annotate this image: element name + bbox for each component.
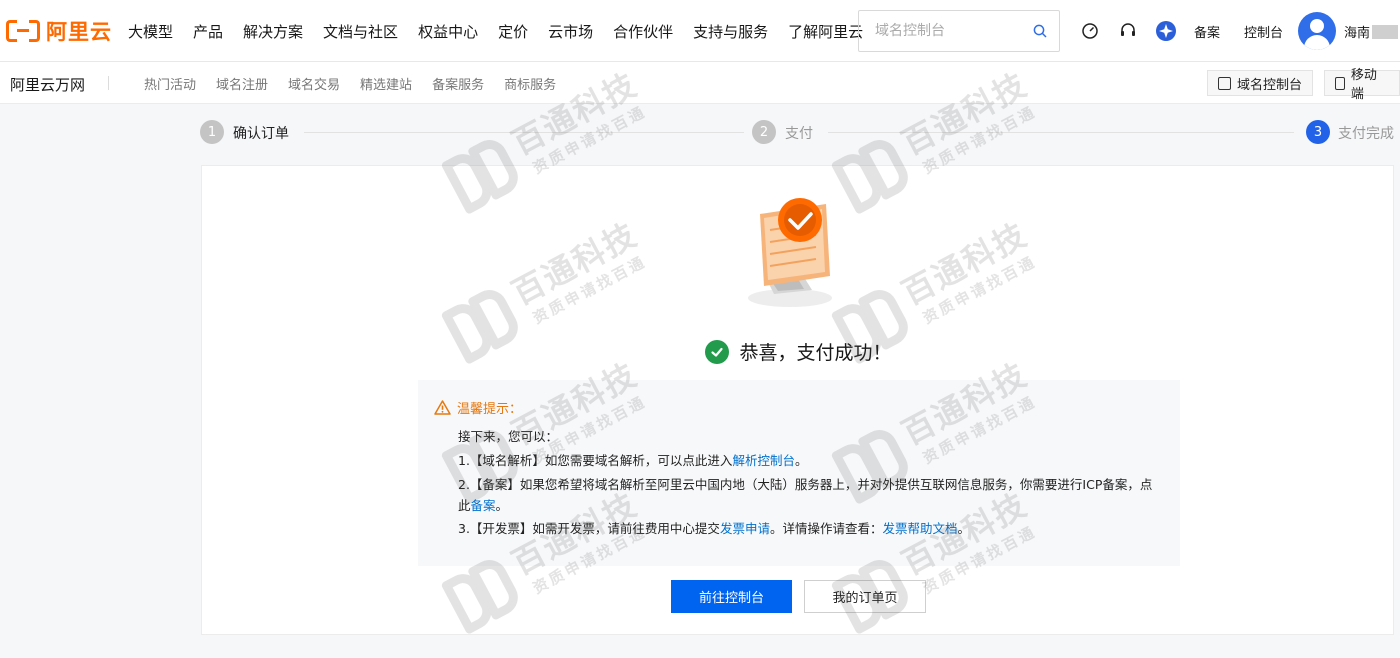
beian-link[interactable]: 备案 — [1194, 22, 1220, 41]
nav-item-support[interactable]: 支持与服务 — [693, 21, 768, 42]
search-input[interactable] — [875, 12, 1035, 50]
success-check-icon — [705, 339, 730, 364]
dashboard-gauge-icon[interactable] — [1080, 21, 1100, 41]
tip-item-dns: 1.【域名解析】如您需要域名解析，可以点此进入解析控制台。 — [458, 453, 808, 468]
console-link[interactable]: 控制台 — [1244, 22, 1283, 41]
go-to-console-button[interactable]: 前往控制台 — [671, 580, 792, 613]
header-tools: 备案 控制台 — [1080, 0, 1307, 62]
domain-console-button[interactable]: 域名控制台 — [1207, 70, 1314, 96]
search-box — [858, 10, 1060, 52]
top-navbar: 阿里云 大模型 产品 解决方案 文档与社区 权益中心 定价 云市场 合作伙伴 支… — [0, 0, 1400, 62]
username[interactable]: 海南 — [1344, 22, 1399, 41]
user-avatar[interactable] — [1298, 12, 1336, 50]
dns-console-link[interactable]: 解析控制台 — [732, 453, 795, 468]
nav-item-solutions[interactable]: 解决方案 — [243, 21, 303, 42]
step-1-number: 1 — [200, 120, 224, 144]
divider — [108, 76, 109, 90]
mobile-phone-icon — [1335, 76, 1345, 90]
subnav-item-trademark[interactable]: 商标服务 — [504, 74, 556, 93]
success-message: 恭喜，支付成功！ — [202, 338, 1395, 365]
customer-service-headset-icon[interactable] — [1118, 21, 1138, 41]
main-nav: 大模型 产品 解决方案 文档与社区 权益中心 定价 云市场 合作伙伴 支持与服务… — [118, 0, 873, 62]
nav-item-about[interactable]: 了解阿里云 — [788, 21, 863, 42]
step-3-number: 3 — [1306, 120, 1330, 144]
warning-icon — [434, 400, 451, 415]
step-2-label: 支付 — [785, 126, 813, 142]
invoice-apply-link[interactable]: 发票申请 — [720, 521, 770, 536]
ai-assistant-star-icon[interactable] — [1156, 21, 1176, 41]
logo-text: 阿里云 — [46, 20, 112, 44]
nav-item-benefits[interactable]: 权益中心 — [418, 21, 478, 42]
success-text: 恭喜，支付成功！ — [739, 342, 892, 364]
aliyun-logo[interactable]: 阿里云 — [6, 16, 112, 46]
tip-item-invoice: 3.【开发票】如需开发票，请前往费用中心提交发票申请。详情操作请查看：发票帮助文… — [458, 521, 970, 536]
search-icon[interactable] — [1033, 24, 1047, 38]
nav-item-products[interactable]: 产品 — [193, 21, 223, 42]
subnav-item-beian-service[interactable]: 备案服务 — [432, 74, 484, 93]
aliyun-logo-icon — [6, 20, 40, 42]
my-orders-button[interactable]: 我的订单页 — [804, 580, 926, 613]
wanwang-brand[interactable]: 阿里云万网 — [10, 74, 85, 95]
tips-title: 温馨提示： — [434, 398, 522, 417]
redacted-mask — [1372, 24, 1399, 39]
tips-intro: 接下来，您可以： — [458, 429, 559, 444]
payment-success-illustration — [748, 198, 832, 307]
subnav-item-domain-register[interactable]: 域名注册 — [216, 74, 268, 93]
subnav-item-hot-events[interactable]: 热门活动 — [144, 74, 196, 93]
nav-item-partners[interactable]: 合作伙伴 — [613, 21, 673, 42]
nav-item-docs[interactable]: 文档与社区 — [323, 21, 398, 42]
nav-item-marketplace[interactable]: 云市场 — [548, 21, 593, 42]
step-connector — [828, 132, 1294, 133]
mobile-button[interactable]: 移动端 — [1324, 68, 1400, 102]
beian-link[interactable]: 备案 — [471, 498, 496, 513]
sub-nav-menu: 热门活动 域名注册 域名交易 精选建站 备案服务 商标服务 — [144, 62, 576, 104]
sub-navbar: 阿里云万网 热门活动 域名注册 域名交易 精选建站 备案服务 商标服务 域名控制… — [0, 62, 1400, 104]
nav-item-llm[interactable]: 大模型 — [128, 21, 173, 42]
tip-item-beian: 2.【备案】如果您希望将域名解析至阿里云中国内地（大陆）服务器上，并对外提供互联… — [458, 477, 1153, 513]
step-connector — [304, 132, 744, 133]
invoice-help-doc-link[interactable]: 发票帮助文档 — [882, 521, 957, 536]
payment-result-card: 恭喜，支付成功！ 温馨提示： 接下来，您可以： 1.【域名解析】如您需要域名解析… — [201, 165, 1394, 635]
step-3-label: 支付完成 — [1338, 126, 1394, 142]
subnav-item-site-building[interactable]: 精选建站 — [360, 74, 412, 93]
step-1-label: 确认订单 — [233, 126, 289, 142]
subnav-item-domain-trade[interactable]: 域名交易 — [288, 74, 340, 93]
tips-panel: 温馨提示： 接下来，您可以： 1.【域名解析】如您需要域名解析，可以点此进入解析… — [418, 380, 1180, 566]
step-2-number: 2 — [752, 120, 776, 144]
order-steps: 1 确认订单 2 支付 3 支付完成 — [200, 118, 1400, 146]
nav-item-pricing[interactable]: 定价 — [498, 21, 528, 42]
domain-console-icon — [1218, 76, 1231, 90]
